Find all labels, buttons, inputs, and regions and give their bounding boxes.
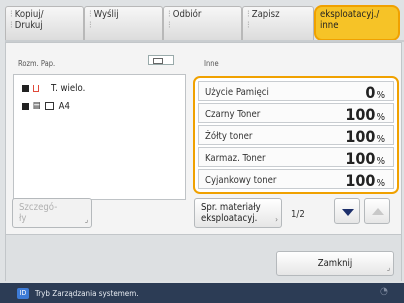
corner-arrow-icon: ⌟ xyxy=(386,263,390,272)
consumable-name: Użycie Pamięci xyxy=(205,87,269,98)
system-manager-icon: ID xyxy=(17,288,29,299)
paper-row-multipurpose: T. wielo. xyxy=(22,81,85,95)
corner-arrow-icon: › xyxy=(275,215,278,224)
paper-stack-icon: ▤ xyxy=(33,101,41,111)
check-consumables-label-2: eksploatacyj. xyxy=(201,213,258,224)
tray-indicator-icon xyxy=(22,84,29,92)
arrow-up-icon xyxy=(372,208,384,215)
details-button[interactable]: Szczegó- ły ⌟ xyxy=(12,198,92,228)
tab-store[interactable]: ⁝ Zapisz ⁝ xyxy=(242,6,314,40)
consumable-name: Cyjankowy toner xyxy=(205,175,277,186)
tab-copy-print-label-2: Drukuj xyxy=(14,20,43,31)
consumable-name: Żółty toner xyxy=(205,131,253,142)
status-monitor-icon[interactable]: ◔ xyxy=(380,286,394,300)
page-indicator: 1/2 xyxy=(291,209,305,220)
page-up-button[interactable] xyxy=(364,198,390,224)
consumable-name: Czarny Toner xyxy=(205,109,261,120)
consumable-value: 100% xyxy=(345,171,385,190)
paper-row-a4: ▤ A4 xyxy=(22,99,70,113)
close-button[interactable]: Zamknij ⌟ xyxy=(276,251,394,276)
tab-send[interactable]: ⁝ Wyślij ⁝ xyxy=(84,6,163,40)
details-button-label-2: ły xyxy=(19,213,27,224)
tab-consumables-other[interactable]: eksploatacyj./ inne xyxy=(314,5,400,41)
details-button-label-1: Szczegó- xyxy=(19,202,58,213)
tab-consumables-label-2: inne xyxy=(320,20,339,31)
consumable-value: 100% xyxy=(345,127,385,146)
paper-size-table: T. wielo. ▤ A4 xyxy=(13,74,186,200)
tab-receive[interactable]: ⁝ Odbiór ⁝ xyxy=(163,6,242,40)
consumable-row-memory: Użycie Pamięci 0% xyxy=(198,81,394,102)
consumable-value: 0% xyxy=(365,83,385,102)
other-header: Inne xyxy=(204,59,219,68)
tab-copy-print-label-1: Kopiuj/ xyxy=(14,9,44,20)
consumable-value: 100% xyxy=(345,149,385,168)
paper-row-label: T. wielo. xyxy=(51,82,86,94)
check-consumables-label-1: Spr. materiały xyxy=(201,202,261,213)
paper-size-header: Rozm. Pap. xyxy=(18,59,56,68)
paper-row-label: A4 xyxy=(58,100,70,112)
consumable-row-magenta-toner: Karmaz. Toner 100% xyxy=(198,147,394,168)
consumables-list: Użycie Pamięci 0% Czarny Toner 100% Żółt… xyxy=(193,76,399,194)
consumable-row-yellow-toner: Żółty toner 100% xyxy=(198,125,394,146)
tab-send-label: Wyślij xyxy=(93,9,119,20)
paper-empty-icon xyxy=(33,84,39,92)
tray-indicator-icon xyxy=(22,102,29,110)
corner-arrow-icon: ⌟ xyxy=(84,215,88,224)
consumable-name: Karmaz. Toner xyxy=(205,153,266,164)
page-down-button[interactable] xyxy=(334,198,360,224)
status-bar: ID Tryb Zarządzania systemem. ◔ xyxy=(0,283,404,303)
close-button-label: Zamknij xyxy=(317,258,353,269)
tab-store-label: Zapisz xyxy=(251,9,280,20)
tab-copy-print[interactable]: ⁝ Kopiuj/ ⁝ Drukuj xyxy=(5,6,84,40)
consumable-value: 100% xyxy=(345,105,385,124)
tab-receive-label: Odbiór xyxy=(172,9,202,20)
arrow-down-icon xyxy=(342,209,354,216)
tab-consumables-label-1: eksploatacyj./ xyxy=(320,9,380,20)
check-consumables-button[interactable]: Spr. materiały eksploatacyj. › xyxy=(194,198,282,228)
status-text: Tryb Zarządzania systemem. xyxy=(35,289,139,298)
paper-view-toggle-button[interactable] xyxy=(148,55,174,65)
consumable-row-cyan-toner: Cyjankowy toner 100% xyxy=(198,169,394,190)
printer-status-screen: ⁝ Kopiuj/ ⁝ Drukuj ⁝ Wyślij ⁝ ⁝ Odbiór ⁝ ⁝ Za… xyxy=(0,0,404,303)
consumable-row-black-toner: Czarny Toner 100% xyxy=(198,103,394,124)
paper-size-icon xyxy=(44,102,54,110)
